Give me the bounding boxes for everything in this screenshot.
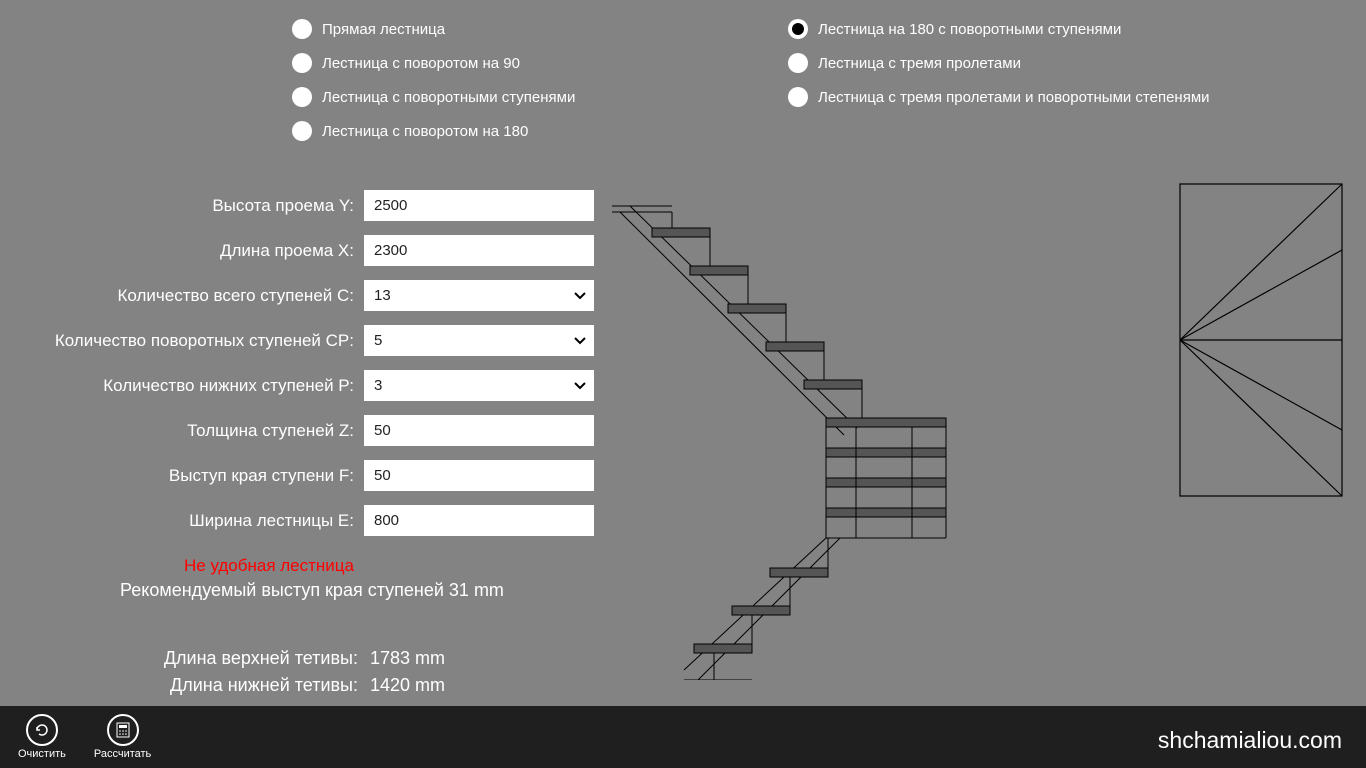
chevron-down-icon: [574, 292, 586, 300]
label-turn-steps: Количество поворотных ступеней СP:: [20, 331, 364, 351]
select-value: 13: [374, 287, 391, 304]
select-total-steps[interactable]: 13: [364, 280, 594, 311]
radio-label: Лестница с тремя пролетами и поворотными…: [818, 89, 1210, 106]
recommendation-text: Рекомендуемый выступ края ступеней 31 mm: [20, 580, 604, 601]
radio-label: Лестница с поворотными ступенями: [322, 89, 575, 106]
result-lower-label: Длина нижней тетивы:: [40, 675, 370, 696]
radio-icon: [292, 121, 312, 141]
radio-label: Лестница с поворотом на 90: [322, 55, 520, 72]
input-thickness[interactable]: [364, 415, 594, 446]
radio-icon: [788, 87, 808, 107]
calculate-button[interactable]: Рассчитать: [94, 714, 151, 760]
radio-turn-90[interactable]: Лестница с поворотом на 90: [292, 52, 575, 74]
result-upper-label: Длина верхней тетивы:: [40, 648, 370, 669]
radio-three-flights[interactable]: Лестница с тремя пролетами: [788, 52, 1210, 74]
select-turn-steps[interactable]: 5: [364, 325, 594, 356]
stair-side-diagram: [612, 170, 962, 680]
label-lower-steps: Количество нижних ступеней Р:: [20, 376, 364, 396]
label-height-y: Высота проема Y:: [20, 196, 364, 216]
radio-turn-180[interactable]: Лестница с поворотом на 180: [292, 120, 575, 142]
result-upper-value: 1783 mm: [370, 648, 445, 669]
chevron-down-icon: [574, 337, 586, 345]
input-width[interactable]: [364, 505, 594, 536]
label-overhang: Выступ края ступени F:: [20, 466, 364, 486]
label-total-steps: Количество всего ступеней С:: [20, 286, 364, 306]
radio-180-winder[interactable]: Лестница на 180 с поворотными ступенями: [788, 18, 1210, 40]
label-length-x: Длина проема X:: [20, 241, 364, 261]
radio-icon: [788, 53, 808, 73]
calculator-icon: [116, 722, 130, 738]
radio-icon: [292, 87, 312, 107]
select-lower-steps[interactable]: 3: [364, 370, 594, 401]
radio-straight-stair[interactable]: Прямая лестница: [292, 18, 575, 40]
undo-icon: [34, 722, 50, 738]
label-width: Ширина лестницы E:: [20, 511, 364, 531]
radio-icon: [292, 53, 312, 73]
stair-plan-diagram: [1176, 180, 1346, 500]
chevron-down-icon: [574, 382, 586, 390]
radio-winder-steps[interactable]: Лестница с поворотными ступенями: [292, 86, 575, 108]
radio-label: Лестница на 180 с поворотными ступенями: [818, 21, 1121, 38]
result-lower-value: 1420 mm: [370, 675, 445, 696]
select-value: 5: [374, 332, 382, 349]
label-thickness: Толщина ступеней Z:: [20, 421, 364, 441]
select-value: 3: [374, 377, 382, 394]
radio-icon: [788, 19, 808, 39]
radio-label: Лестница с тремя пролетами: [818, 55, 1021, 72]
clear-label: Очистить: [18, 748, 66, 760]
input-length-x[interactable]: [364, 235, 594, 266]
brand-text: shchamialiou.com: [1158, 727, 1342, 754]
input-overhang[interactable]: [364, 460, 594, 491]
radio-three-flights-winder[interactable]: Лестница с тремя пролетами и поворотными…: [788, 86, 1210, 108]
radio-label: Прямая лестница: [322, 21, 445, 38]
app-bar: Очистить Рассчитать shchamialiou.com: [0, 706, 1366, 768]
calculate-label: Рассчитать: [94, 748, 151, 760]
clear-button[interactable]: Очистить: [18, 714, 66, 760]
warning-text: Не удобная лестница: [20, 556, 364, 576]
radio-label: Лестница с поворотом на 180: [322, 123, 528, 140]
radio-icon: [292, 19, 312, 39]
input-height-y[interactable]: [364, 190, 594, 221]
